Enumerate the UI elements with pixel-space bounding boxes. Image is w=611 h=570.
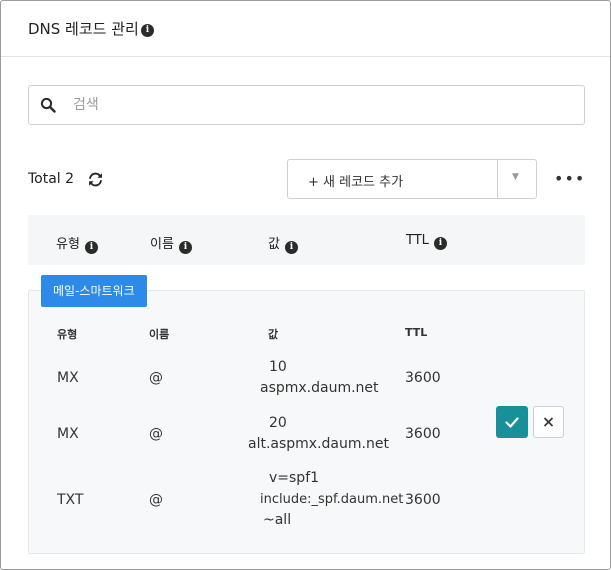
row3-ttl: 3600 (405, 492, 441, 508)
add-record-label: + 새 레코드 추가 (308, 175, 404, 190)
row3-name: @ (149, 492, 163, 508)
row2-type: MX (57, 426, 79, 442)
title-info-icon[interactable]: i (141, 24, 154, 37)
column-value: 값i (268, 233, 298, 254)
column-type: 유형 i (56, 233, 98, 254)
row1-value-line2: aspmx.daum.net (260, 380, 379, 396)
row3-value-line3: ~all (263, 512, 292, 528)
refresh-icon[interactable] (87, 171, 104, 188)
column-name-info-icon[interactable]: i (178, 241, 192, 254)
column-name: 이름 i (150, 233, 192, 254)
total-count: Total 2 (28, 171, 75, 187)
add-record-button[interactable]: + 새 레코드 추가 ▼ (287, 159, 537, 199)
row1-name: @ (149, 370, 163, 386)
row2-ttl: 3600 (405, 426, 441, 442)
row1-value-line1: 10 (269, 359, 287, 375)
confirm-button[interactable] (496, 406, 528, 438)
sub-column-value: 값 (268, 328, 279, 341)
close-icon (543, 417, 554, 427)
row2-value-line2: alt.aspmx.daum.net (248, 436, 389, 452)
chevron-down-icon[interactable]: ▼ (512, 172, 519, 182)
search-input[interactable] (73, 95, 553, 115)
row1-ttl: 3600 (405, 370, 441, 386)
column-ttl-info-icon[interactable]: i (433, 237, 447, 250)
search-icon (40, 97, 56, 113)
column-value-info-icon[interactable]: i (284, 241, 298, 254)
sub-column-name: 이름 (149, 328, 170, 341)
divider (497, 160, 498, 198)
sub-column-ttl: TTL (405, 326, 428, 339)
row3-type: TXT (57, 492, 84, 508)
more-icon[interactable]: ••• (554, 169, 585, 188)
row2-value-line1: 20 (269, 415, 287, 431)
sub-column-type: 유형 (57, 328, 78, 341)
cancel-button[interactable] (533, 406, 564, 438)
panel-header: DNS 레코드 관리 i (1, 1, 610, 57)
dns-record-panel: DNS 레코드 관리 i Total 2 + 새 레코드 추가 ▼ ••• 유형… (0, 0, 611, 570)
group-tag: 메일-스마트워크 (41, 275, 147, 307)
table-header: 유형 i 이름 i 값i TTL i (28, 215, 585, 265)
page-title: DNS 레코드 관리 (28, 20, 139, 38)
row1-type: MX (57, 370, 79, 386)
row3-value-line2: include:_spf.daum.net (260, 492, 404, 507)
column-ttl: TTL i (406, 233, 447, 250)
row3-value-line1: v=spf1 (269, 470, 320, 486)
check-icon (505, 417, 519, 428)
column-type-info-icon[interactable]: i (84, 241, 98, 254)
row2-name: @ (149, 426, 163, 442)
search-box[interactable] (28, 85, 585, 125)
